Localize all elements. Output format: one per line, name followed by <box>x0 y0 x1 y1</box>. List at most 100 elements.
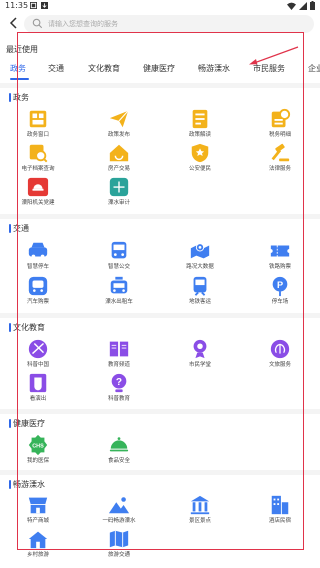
service-label: 溧水审计 <box>107 200 130 206</box>
divider <box>0 313 320 318</box>
travel-code-icon <box>108 497 130 514</box>
service-education-channel[interactable]: 教育频道 <box>91 338 147 369</box>
service-label: 停车场 <box>271 299 289 305</box>
service-label: 汽车购票 <box>26 299 49 305</box>
service-label: 法律服务 <box>268 166 291 172</box>
service-government-window[interactable]: 政务窗口 <box>10 108 66 139</box>
status-time: 11:35 <box>5 1 29 10</box>
recent-title: 最近使用 <box>6 45 38 54</box>
tab-indicator <box>10 78 29 80</box>
bus-ticket-icon <box>28 276 48 296</box>
section-title-traffic: 交通 <box>9 223 29 234</box>
service-traffic-data[interactable]: 路况大数据 <box>172 240 228 271</box>
service-food-safety[interactable]: 食品安全 <box>91 434 147 465</box>
service-culture-tourism[interactable]: 文旅服务 <box>252 338 308 369</box>
service-science-education[interactable]: ? 科普教育 <box>91 372 147 403</box>
section-title-health: 健康医疗 <box>9 418 45 429</box>
service-label: 政务窗口 <box>26 132 49 138</box>
taxi-icon <box>110 276 128 294</box>
service-legal[interactable]: 法律服务 <box>252 142 308 173</box>
service-party-building[interactable]: 溧阳机关党建 <box>10 176 66 207</box>
tab-health[interactable]: 健康医疗 <box>143 61 175 77</box>
service-parking-lot[interactable]: P 停车场 <box>252 275 308 306</box>
metro-icon <box>193 276 207 296</box>
medical-insurance-icon: CHS <box>28 434 48 456</box>
service-tourism-traffic[interactable]: 旅游交通 <box>91 528 147 559</box>
service-label: 公安便民 <box>188 166 211 172</box>
service-label: 税务明细 <box>268 132 291 138</box>
citizen-school-icon <box>193 339 207 359</box>
back-arrow-icon[interactable] <box>7 16 21 30</box>
service-smart-parking[interactable]: 智慧停车 <box>10 240 66 271</box>
notification-icon <box>30 2 37 9</box>
service-e-archive[interactable]: 电子档案查询 <box>10 142 66 173</box>
scenic-spot-icon <box>190 495 210 515</box>
service-science-china[interactable]: 科普中国 <box>10 338 66 369</box>
signal-icon <box>299 1 307 10</box>
svg-text:CHS: CHS <box>32 443 44 449</box>
search-icon <box>32 18 43 29</box>
railway-ticket-icon <box>270 245 290 257</box>
service-scenic-spot[interactable]: 景区景点 <box>172 494 228 525</box>
service-bus-ticket[interactable]: 汽车购票 <box>10 275 66 306</box>
tab-traffic[interactable]: 交通 <box>48 61 64 77</box>
service-tax-detail[interactable]: 税务明细 <box>252 108 308 139</box>
section-title-gov: 政务 <box>9 92 29 103</box>
tourism-traffic-icon <box>109 530 129 548</box>
service-rural-tourism[interactable]: 乡村旅游 <box>10 528 66 559</box>
divider <box>0 83 320 88</box>
policy-release-icon <box>109 110 129 128</box>
hotel-icon <box>271 495 289 515</box>
section-title-travel: 畅游溧水 <box>9 479 45 490</box>
service-railway-ticket[interactable]: 铁路购票 <box>252 240 308 271</box>
house-trade-icon <box>109 144 129 162</box>
e-archive-search-icon <box>29 144 48 163</box>
service-label: 智慧停车 <box>26 264 49 270</box>
tab-enterprise[interactable]: 企业 <box>308 61 320 77</box>
service-label: 乡村旅游 <box>26 552 49 558</box>
service-smart-bus[interactable]: 智慧公交 <box>91 240 147 271</box>
tab-travel[interactable]: 畅游溧水 <box>198 61 230 77</box>
service-medical-insurance[interactable]: CHS 我的医保 <box>10 434 66 465</box>
service-taxi[interactable]: 溧水出租车 <box>91 275 147 306</box>
service-policy-release[interactable]: 政策发布 <box>91 108 147 139</box>
food-safety-icon <box>109 437 129 452</box>
download-icon <box>41 2 48 9</box>
svg-text:P: P <box>277 280 283 290</box>
search-placeholder: 请输入您想查询的服务 <box>48 20 118 28</box>
tab-gov[interactable]: 政务 <box>10 61 26 77</box>
service-label: 市民学堂 <box>188 362 211 368</box>
service-travel-code[interactable]: 一码畅游溧水 <box>91 494 147 525</box>
service-label: 路况大数据 <box>186 264 214 270</box>
service-label: 溧水出租车 <box>105 299 133 305</box>
service-label: 一码畅游溧水 <box>102 518 136 524</box>
service-label: 科普中国 <box>26 362 49 368</box>
service-citizen-school[interactable]: 市民学堂 <box>172 338 228 369</box>
audit-icon <box>109 177 129 197</box>
service-house-trade[interactable]: 房产交易 <box>91 142 147 173</box>
divider <box>0 214 320 219</box>
parking-lot-icon: P <box>272 276 288 297</box>
legal-service-icon <box>271 143 290 162</box>
tab-citizen[interactable]: 市民服务 <box>253 61 285 77</box>
service-policy-interpretation[interactable]: 政策解读 <box>172 108 228 139</box>
status-bar: 11:35 <box>0 0 320 13</box>
service-label: 看演出 <box>29 396 47 402</box>
service-label: 文旅服务 <box>268 362 291 368</box>
science-china-icon <box>28 339 48 359</box>
service-specialty-mall[interactable]: 特产商城 <box>10 494 66 525</box>
divider <box>0 470 320 475</box>
service-label: 溧阳机关党建 <box>21 200 55 206</box>
rural-tourism-icon <box>28 531 48 549</box>
service-label: 食品安全 <box>107 458 130 464</box>
service-label: 政策解读 <box>188 132 211 138</box>
service-metro[interactable]: 地铁客运 <box>172 275 228 306</box>
service-label: 科普教育 <box>107 396 130 402</box>
service-hotel[interactable]: 酒店民宿 <box>252 494 308 525</box>
service-show[interactable]: 看演出 <box>10 372 66 403</box>
tab-culture[interactable]: 文化教育 <box>88 61 120 77</box>
service-police[interactable]: 公安便民 <box>172 142 228 173</box>
service-audit[interactable]: 溧水审计 <box>91 176 147 207</box>
smart-bus-icon <box>111 241 127 259</box>
search-input[interactable]: 请输入您想查询的服务 <box>24 15 314 33</box>
